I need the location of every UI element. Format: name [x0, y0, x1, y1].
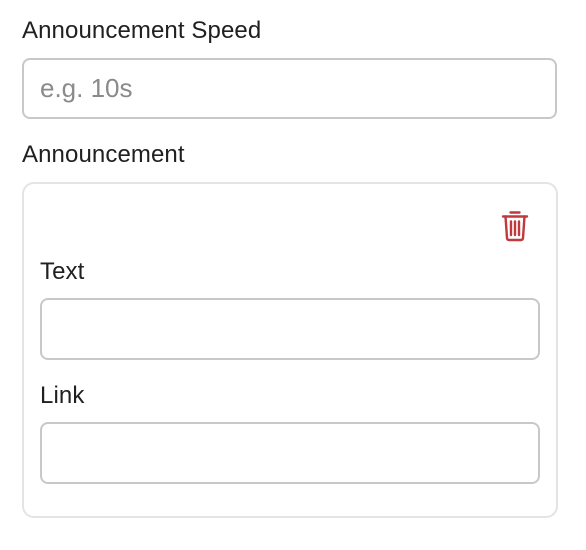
announcement-link-input[interactable] — [40, 422, 540, 484]
trash-icon-graphic — [501, 211, 529, 242]
announcement-text-input[interactable] — [40, 298, 540, 360]
announcement-speed-input[interactable] — [22, 58, 557, 119]
announcement-card: Text Link — [22, 182, 558, 518]
text-field-label: Text — [40, 258, 85, 285]
announcement-label: Announcement — [22, 141, 185, 168]
trash-icon[interactable] — [500, 208, 530, 242]
announcement-speed-label: Announcement Speed — [22, 17, 262, 44]
link-field-label: Link — [40, 382, 85, 409]
